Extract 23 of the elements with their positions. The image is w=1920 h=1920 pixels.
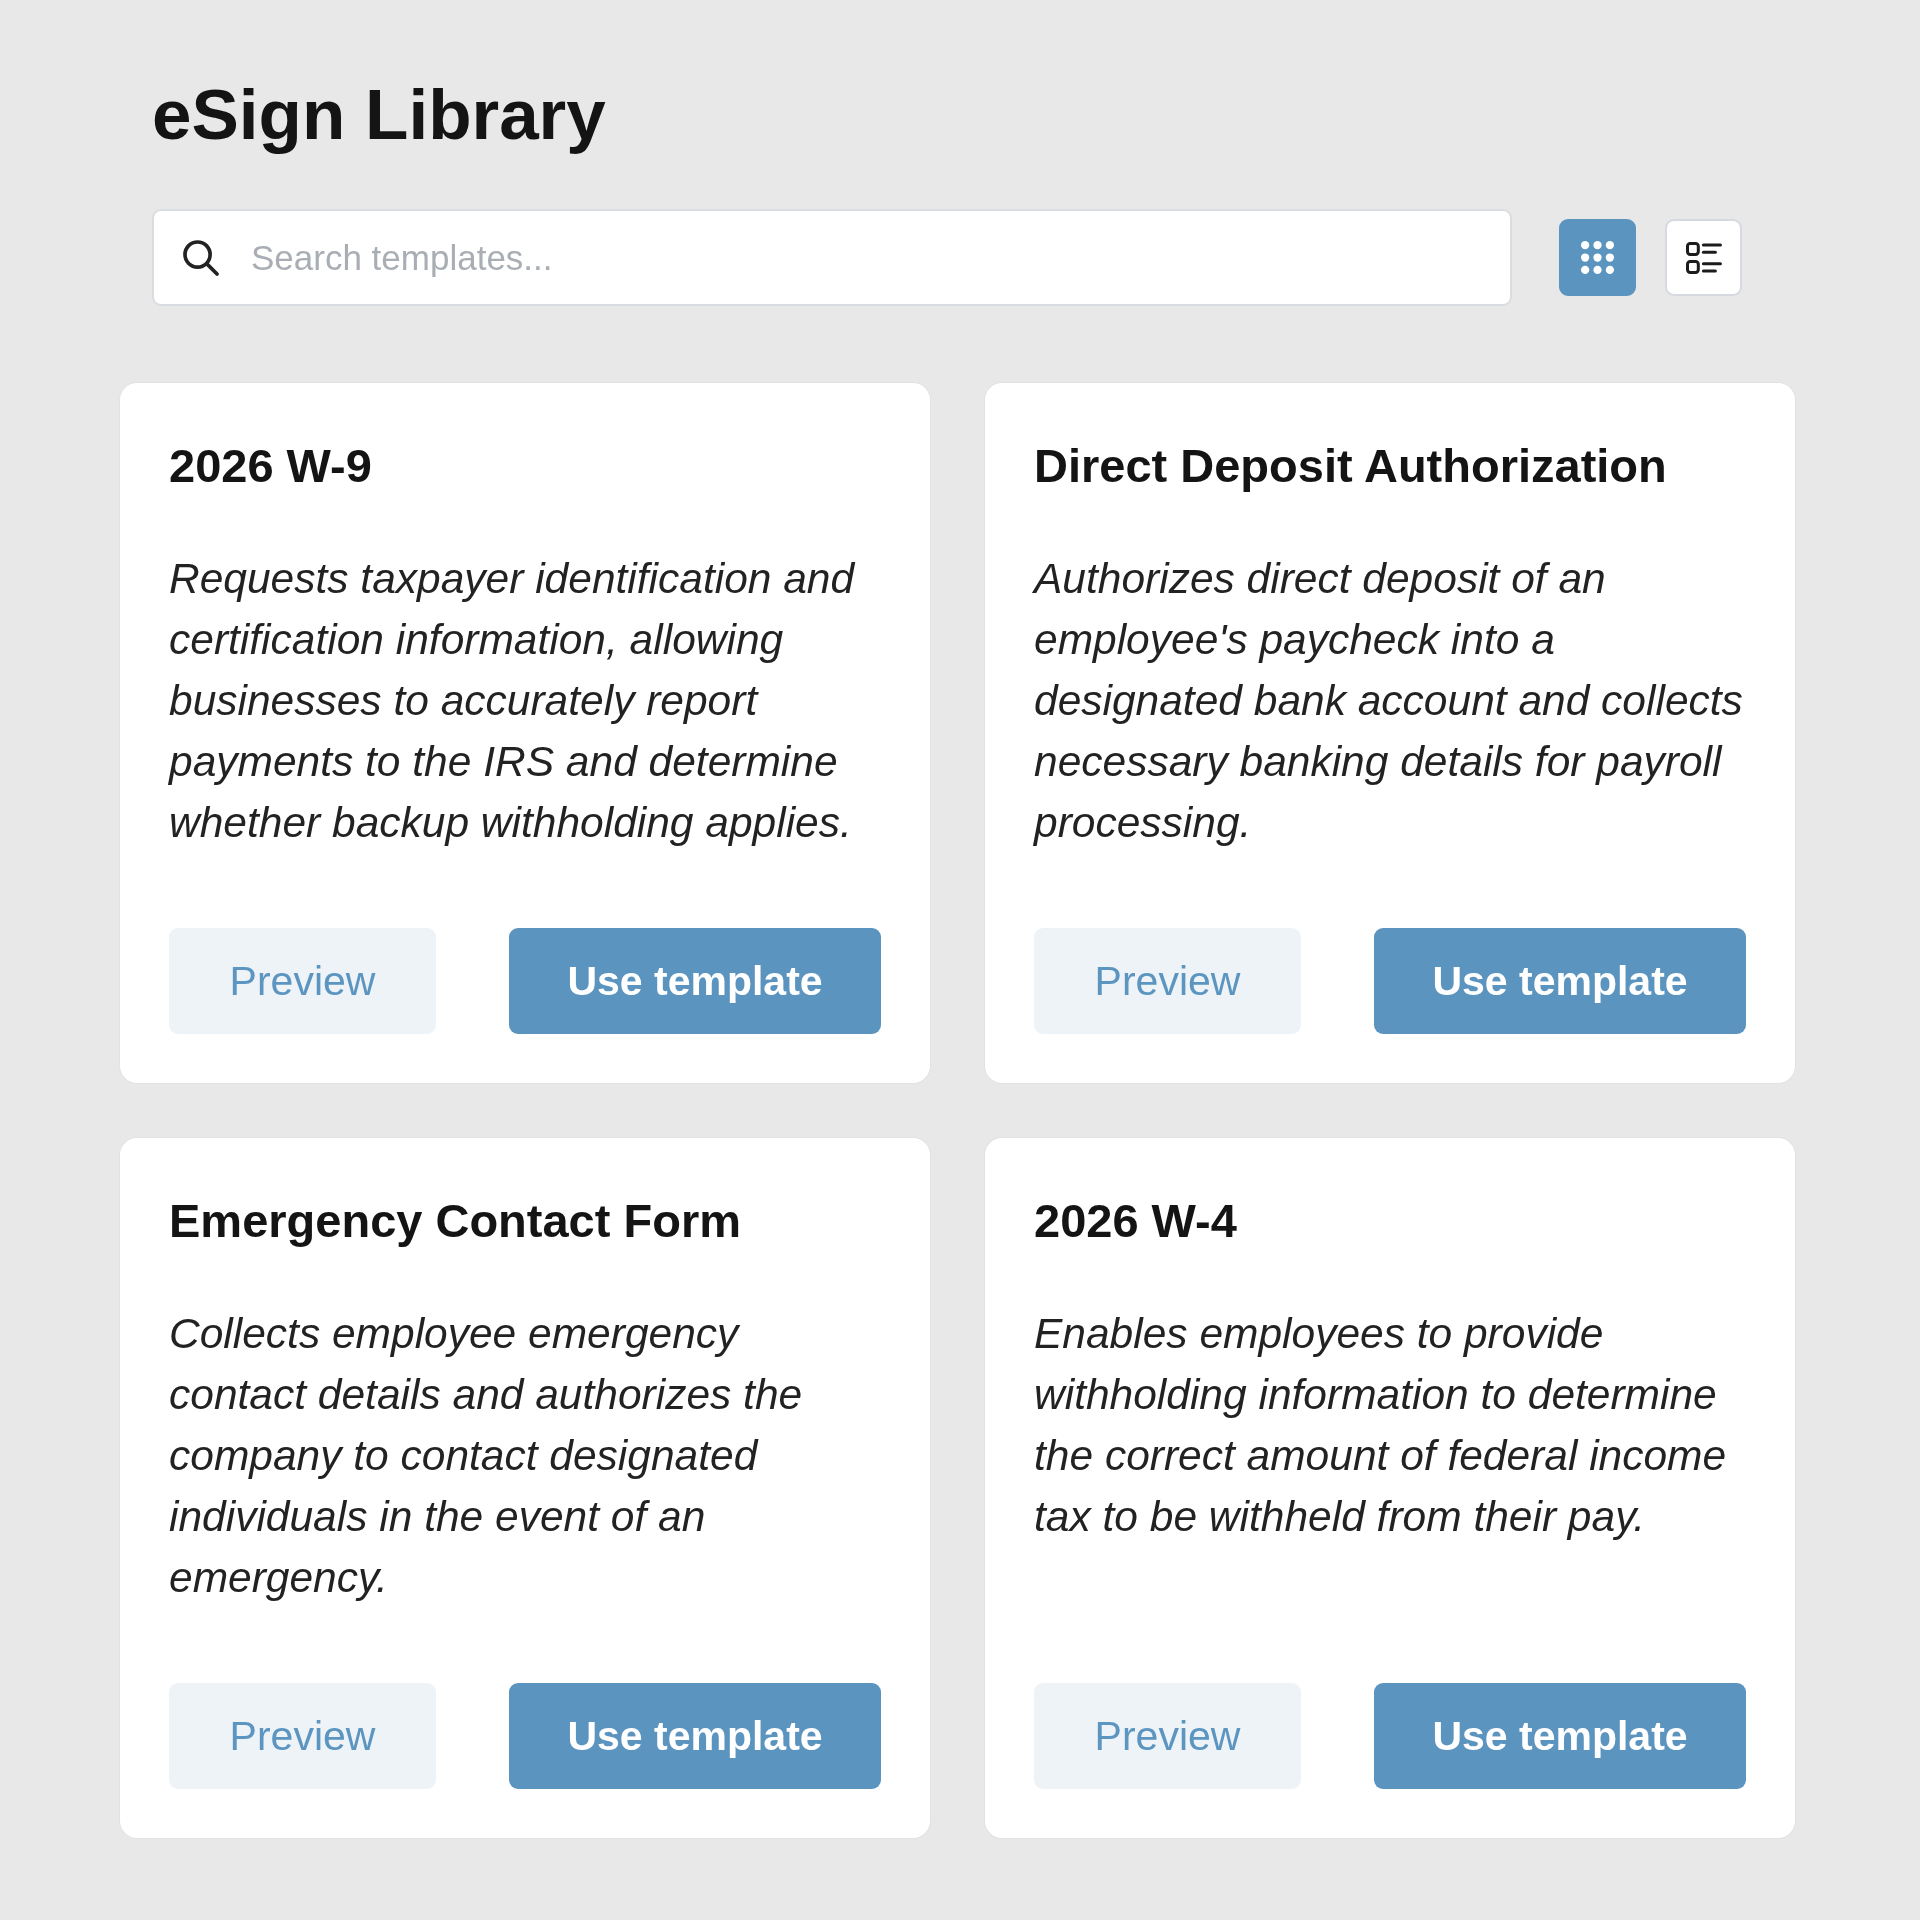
search-icon [183,240,219,276]
grid-icon [1581,241,1614,274]
template-title: 2026 W-4 [1034,1193,1237,1249]
preview-button[interactable]: Preview [1034,928,1301,1034]
use-template-button[interactable]: Use template [509,1683,881,1789]
use-template-button[interactable]: Use template [1374,1683,1746,1789]
search-field[interactable]: Search templates... [152,209,1512,306]
template-description: Requests taxpayer identification and certification information, allowing businesses to accurately report payments to the IRS and determine whether backup withholding applies. [169,554,856,848]
template-description: Authorizes direct deposit of an employee's paycheck into a designated bank account and collects necessary banking details for payroll processing. [1034,554,1744,848]
grid-view-button[interactable] [1559,219,1636,296]
template-title: 2026 W-9 [169,438,372,494]
template-title: Emergency Contact Form [169,1193,741,1249]
list-view-button[interactable] [1665,219,1742,296]
page-title: eSign Library [152,74,606,156]
template-title: Direct Deposit Authorization [1034,438,1667,494]
template-description: Collects employee emergency contact details and authorizes the company to contact designated individuals in the event of an emergency. [169,1309,804,1603]
use-template-button[interactable]: Use template [1374,928,1746,1034]
preview-button[interactable]: Preview [169,928,436,1034]
list-icon [1685,241,1722,274]
use-template-button[interactable]: Use template [509,928,881,1034]
preview-button[interactable]: Preview [169,1683,436,1789]
preview-button[interactable]: Preview [1034,1683,1301,1789]
template-description: Enables employees to provide withholding information to determine the correct amount of federal income tax to be withheld from their pay. [1034,1309,1728,1542]
